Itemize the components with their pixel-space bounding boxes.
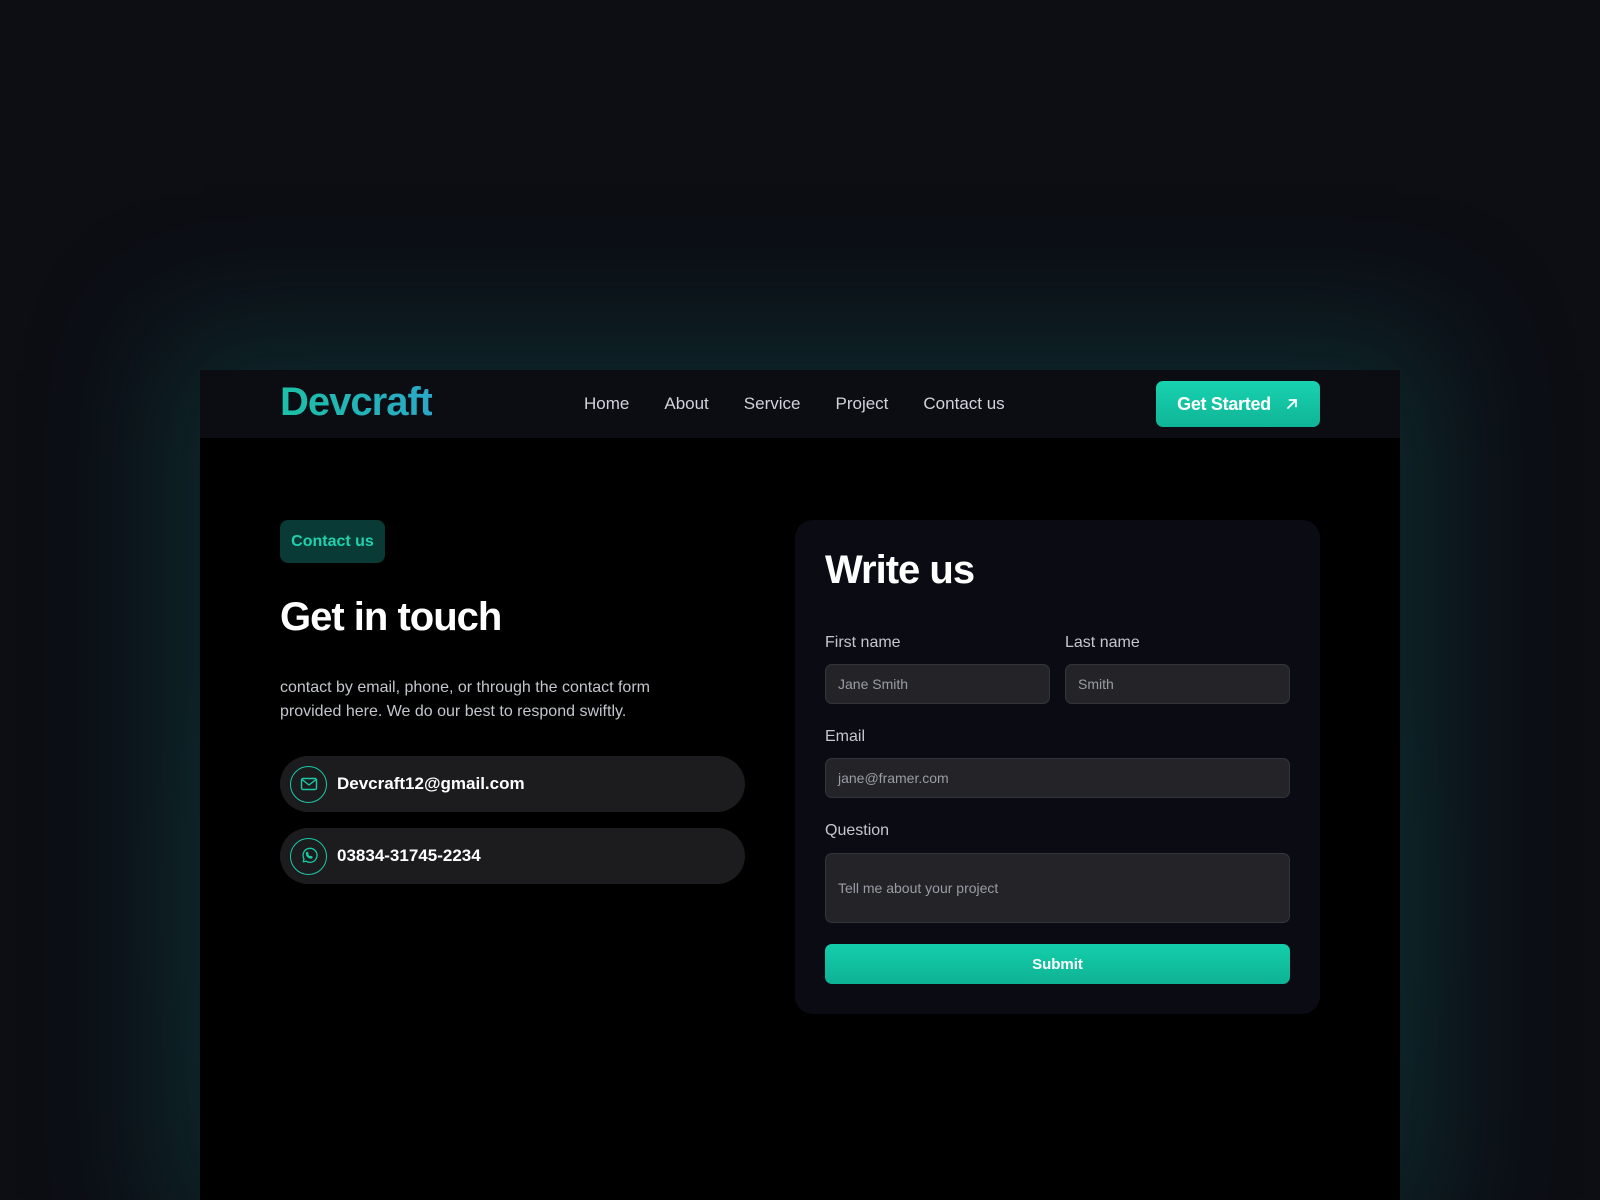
page-background: Devcraft Home About Service Project Cont… bbox=[0, 0, 1600, 1200]
page-title: Get in touch bbox=[280, 595, 502, 639]
last-name-label: Last name bbox=[1065, 634, 1140, 651]
mail-icon bbox=[290, 765, 327, 803]
nav-link-home[interactable]: Home bbox=[584, 394, 629, 414]
form-title: Write us bbox=[825, 548, 975, 592]
get-started-label: Get Started bbox=[1177, 393, 1271, 414]
contact-form-card: Write us First name Jane Smith Last name… bbox=[795, 520, 1320, 1014]
contact-badge: Contact us bbox=[280, 520, 385, 563]
website-frame: Devcraft Home About Service Project Cont… bbox=[200, 370, 1400, 1200]
navbar: Devcraft Home About Service Project Cont… bbox=[200, 370, 1400, 438]
nav-links: Home About Service Project Contact us bbox=[584, 394, 1005, 414]
phone-contact-pill[interactable]: 03834-31745-2234 bbox=[280, 828, 745, 884]
email-address: Devcraft12@gmail.com bbox=[337, 774, 525, 793]
question-textarea[interactable]: Tell me about your project bbox=[825, 853, 1290, 923]
nav-link-project[interactable]: Project bbox=[835, 394, 888, 414]
question-label: Question bbox=[825, 822, 890, 839]
first-name-input[interactable]: Jane Smith bbox=[825, 664, 1050, 704]
get-started-button[interactable]: Get Started bbox=[1156, 381, 1320, 427]
arrow-up-right-icon bbox=[1286, 399, 1297, 409]
phone-number: 03834-31745-2234 bbox=[337, 846, 481, 865]
email-input[interactable]: jane@framer.com bbox=[825, 758, 1290, 798]
email-contact-pill[interactable]: Devcraft12@gmail.com bbox=[280, 756, 745, 812]
logo[interactable]: Devcraft bbox=[280, 380, 433, 425]
nav-link-about[interactable]: About bbox=[664, 394, 708, 414]
submit-button[interactable]: Submit bbox=[825, 944, 1290, 984]
email-label: Email bbox=[825, 728, 866, 745]
last-name-input[interactable]: Smith bbox=[1065, 664, 1290, 704]
nav-link-service[interactable]: Service bbox=[744, 394, 801, 414]
nav-link-contact[interactable]: Contact us bbox=[923, 394, 1004, 414]
first-name-label: First name bbox=[825, 634, 901, 651]
contact-description: contact by email, phone, or through the … bbox=[280, 679, 650, 720]
whatsapp-icon bbox=[290, 837, 327, 875]
